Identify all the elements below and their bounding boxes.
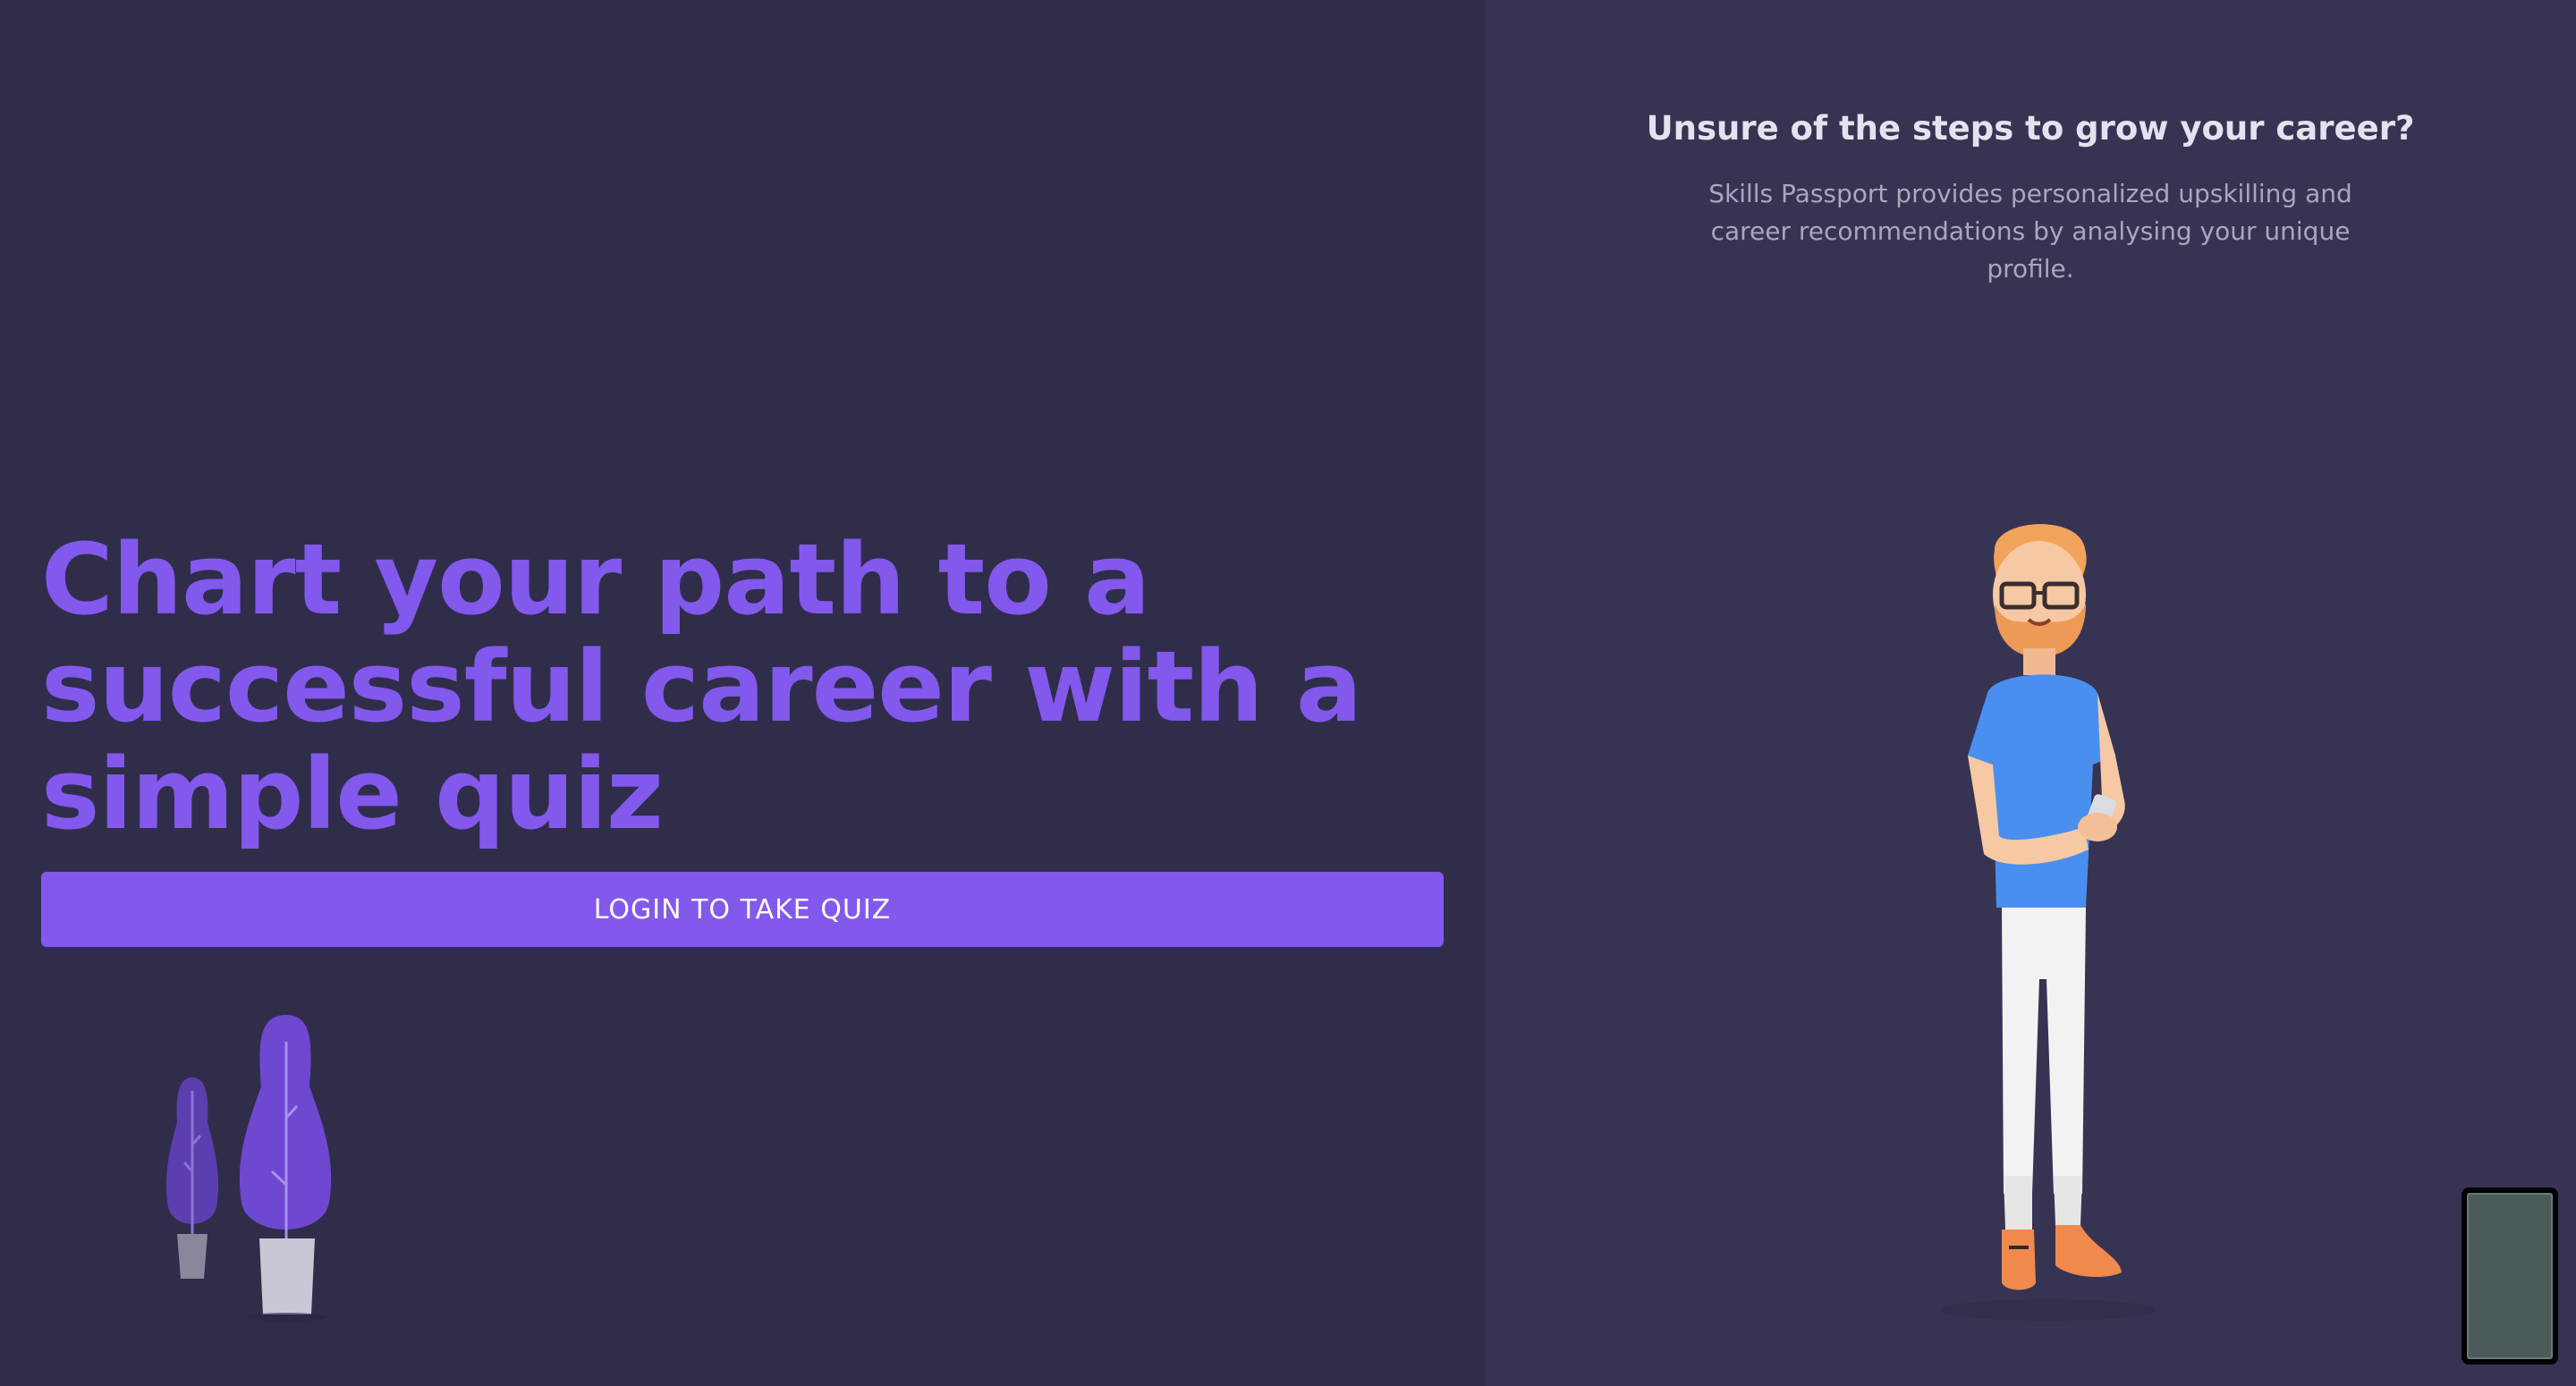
hero-section: Chart your path to a successful career w… xyxy=(0,0,1485,1386)
headline-line-1: Chart your path to a xyxy=(41,522,1150,637)
headline-line-2: successful career with a xyxy=(41,630,1362,744)
info-description: Skills Passport provides personalized up… xyxy=(1708,175,2352,288)
floating-widget-screen xyxy=(2467,1193,2553,1359)
landing-page: Chart your path to a successful career w… xyxy=(0,0,2576,1386)
hero-headline: Chart your path to a successful career w… xyxy=(41,526,1436,848)
person-with-phone-icon xyxy=(1941,524,2156,1321)
headline-line-3: simple quiz xyxy=(41,737,664,851)
info-title: Unsure of the steps to grow your career? xyxy=(1646,109,2415,148)
info-description-line-2: career recommendations by analysing your… xyxy=(1710,216,2351,246)
info-section: Unsure of the steps to grow your career?… xyxy=(1485,0,2576,1386)
floating-widget[interactable] xyxy=(2462,1187,2558,1365)
info-description-line-1: Skills Passport provides personalized up… xyxy=(1708,179,2352,208)
info-description-line-3: profile. xyxy=(1987,254,2074,283)
potted-plants-icon xyxy=(165,1015,332,1322)
login-to-take-quiz-button[interactable]: LOGIN TO TAKE QUIZ xyxy=(41,872,1444,947)
